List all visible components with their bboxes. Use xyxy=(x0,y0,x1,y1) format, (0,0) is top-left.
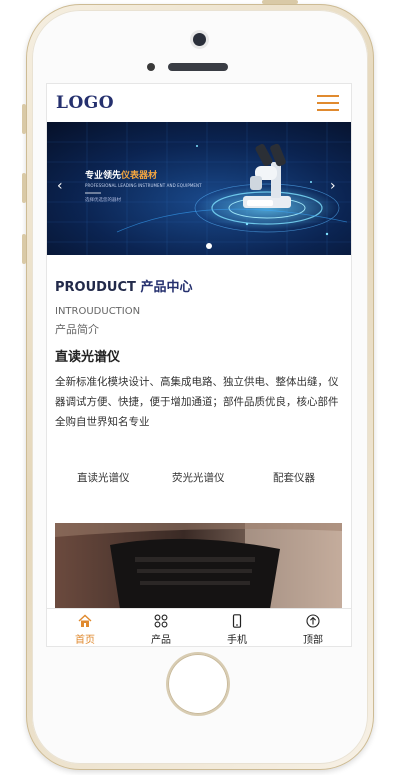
category-link[interactable]: 直读光谱仪 xyxy=(77,470,130,485)
intro-heading-en: INTROUDUCTION xyxy=(55,306,141,317)
phone-screen: LOGO 专业领先仪表器材 PROFESSIONAL LEADING INSTR… xyxy=(47,84,351,646)
earpiece-speaker xyxy=(168,63,228,71)
microscope-photo-image xyxy=(55,523,342,609)
front-camera xyxy=(193,33,206,46)
banner-background xyxy=(47,122,351,255)
grid-icon xyxy=(154,614,168,628)
power-button xyxy=(262,0,298,4)
banner-tag: 选择优选您的器材 xyxy=(85,198,121,203)
bottom-tab-bar: 首页 产品 手机 顶部 xyxy=(47,608,351,646)
tab-products-label: 产品 xyxy=(151,635,171,646)
section-title: PROUDUCT 产品中心 xyxy=(55,276,192,295)
intro-heading-cn: 产品简介 xyxy=(55,323,99,336)
product-description: 全新标准化模块设计、高集成电路、独立供电、整体出缝，仪器调试方便、快捷，便于增加… xyxy=(55,376,339,428)
section-title-en: PROUDUCT xyxy=(55,280,136,295)
tab-home-label: 首页 xyxy=(75,635,95,646)
category-link[interactable]: 配套仪器 xyxy=(273,470,315,485)
volume-down-button xyxy=(22,234,26,264)
phone-icon xyxy=(232,614,242,628)
volume-up-button xyxy=(22,173,26,203)
section-title-cn: 产品中心 xyxy=(140,280,193,295)
category-link[interactable]: 荧光光谱仪 xyxy=(172,470,225,485)
proximity-sensor xyxy=(147,63,155,71)
site-logo[interactable]: LOGO xyxy=(56,93,114,113)
hamburger-menu-icon[interactable] xyxy=(317,95,339,111)
home-button[interactable] xyxy=(168,654,228,714)
banner-title-main: 专业领先 xyxy=(85,171,122,181)
tab-mobile-label: 手机 xyxy=(227,635,247,646)
home-icon xyxy=(78,614,92,627)
product-name: 直读光谱仪 xyxy=(55,350,121,365)
banner-next-arrow-icon[interactable]: › xyxy=(330,179,336,193)
banner-title: 专业领先仪表器材 xyxy=(85,168,157,181)
banner-title-accent: 仪表器材 xyxy=(121,171,158,181)
banner-dot-active[interactable] xyxy=(206,243,212,249)
site-header: LOGO xyxy=(47,84,351,123)
tab-home[interactable]: 首页 xyxy=(47,609,123,646)
tab-mobile[interactable]: 手机 xyxy=(199,609,275,646)
arrow-up-icon xyxy=(306,614,320,628)
tab-top-label: 顶部 xyxy=(303,635,323,646)
hero-banner[interactable]: 专业领先仪表器材 PROFESSIONAL LEADING INSTRUMENT… xyxy=(47,122,351,255)
tab-top[interactable]: 顶部 xyxy=(275,609,351,646)
product-photo[interactable] xyxy=(55,523,342,609)
banner-subtitle: PROFESSIONAL LEADING INSTRUMENT AND EQUI… xyxy=(85,183,202,188)
tab-products[interactable]: 产品 xyxy=(123,609,199,646)
banner-prev-arrow-icon[interactable]: ‹ xyxy=(57,179,63,193)
mute-switch xyxy=(22,104,26,134)
